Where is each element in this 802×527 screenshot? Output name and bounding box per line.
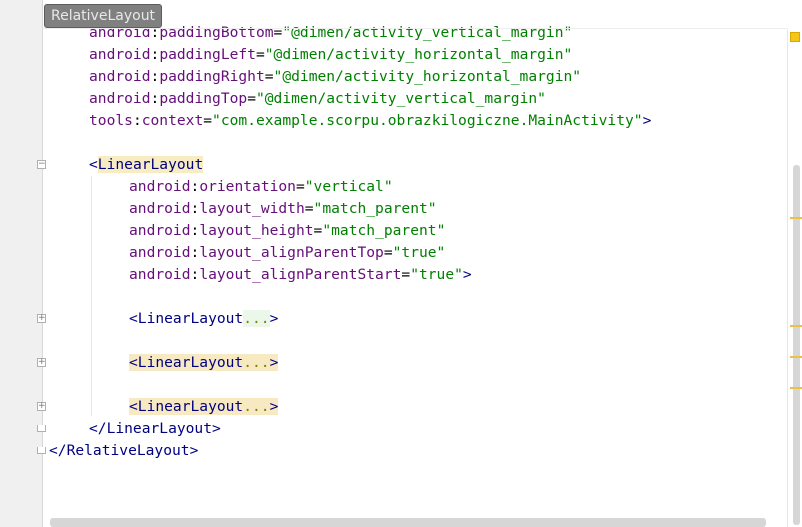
code-token: android — [89, 68, 151, 85]
editor-top-border — [43, 28, 788, 29]
code-token: android — [129, 222, 191, 239]
code-token: android — [129, 244, 191, 261]
code-token: <LinearLayout — [129, 310, 244, 327]
code-token: : — [150, 90, 160, 107]
code-token: > — [269, 354, 279, 371]
code-token: : — [190, 200, 200, 217]
code-token: layout_width — [199, 200, 305, 217]
code-token: = — [203, 112, 213, 129]
code-token: > — [269, 310, 279, 327]
code-token: "com.example.scorpu.obrazkilogiczne.Main… — [212, 112, 643, 129]
code-token: tools — [89, 112, 133, 129]
code-token: "vertical" — [304, 178, 393, 195]
code-token: = — [255, 46, 265, 63]
code-line[interactable]: tools:context="com.example.scorpu.obrazk… — [89, 110, 651, 132]
code-line[interactable]: <LinearLayout...> — [129, 352, 279, 374]
code-line[interactable]: android:layout_alignParentTop="true" — [129, 242, 445, 264]
code-token: = — [401, 266, 411, 283]
code-token: android — [129, 200, 191, 217]
code-line[interactable]: </RelativeLayout> — [49, 440, 198, 462]
code-token: : — [190, 244, 200, 261]
fold-expand-icon[interactable]: + — [37, 358, 46, 367]
fold-end-icon[interactable] — [37, 425, 46, 432]
code-token: android — [89, 90, 151, 107]
code-line[interactable]: <LinearLayout...> — [129, 396, 279, 418]
code-line[interactable]: <LinearLayout...> — [129, 308, 278, 330]
fold-collapse-icon[interactable]: − — [37, 160, 46, 169]
code-token: > — [642, 112, 652, 129]
code-token: layout_alignParentStart — [199, 266, 402, 283]
code-token: paddingRight — [159, 68, 265, 85]
code-token: > — [462, 266, 472, 283]
code-token: "@dimen/activity_vertical_margin" — [282, 24, 573, 41]
code-editor[interactable]: android:paddingBottom="@dimen/activity_v… — [43, 0, 788, 517]
code-token: "@dimen/activity_horizontal_margin" — [273, 68, 582, 85]
vertical-scrollbar[interactable] — [787, 30, 802, 527]
code-token: orientation — [199, 178, 296, 195]
code-token: "true" — [410, 266, 463, 283]
code-token: = — [247, 90, 256, 107]
code-token: paddingBottom — [159, 24, 274, 41]
code-token: = — [264, 68, 274, 85]
code-token: "match_parent" — [322, 222, 446, 239]
warning-marker-icon[interactable] — [790, 32, 800, 42]
code-token: paddingLeft — [159, 46, 256, 63]
code-line[interactable]: <LinearLayout — [89, 154, 204, 176]
code-token: = — [295, 178, 305, 195]
code-token: context — [141, 112, 204, 129]
warning-stripe[interactable] — [790, 387, 802, 389]
code-line[interactable]: </LinearLayout> — [89, 418, 221, 440]
code-token: paddingTop — [159, 90, 248, 107]
code-token: "@dimen/activity_horizontal_margin" — [264, 46, 573, 63]
code-token: android — [129, 266, 191, 283]
code-line[interactable]: android:layout_width="match_parent" — [129, 198, 437, 220]
warning-stripe[interactable] — [790, 325, 802, 327]
code-token: "match_parent" — [313, 200, 437, 217]
code-token: : — [150, 68, 160, 85]
code-token: layout_alignParentTop — [199, 244, 384, 261]
indent-guide — [91, 176, 92, 416]
code-token: layout_height — [199, 222, 314, 239]
code-token: android — [89, 46, 151, 63]
code-token: "true" — [392, 244, 446, 261]
code-token: : — [190, 178, 200, 195]
code-token: ... — [243, 354, 270, 371]
code-line[interactable]: android:paddingTop="@dimen/activity_vert… — [89, 88, 546, 110]
code-line[interactable]: android:paddingLeft="@dimen/activity_hor… — [89, 44, 572, 66]
code-line[interactable]: android:layout_alignParentStart="true"> — [129, 264, 472, 286]
code-line[interactable]: android:layout_height="match_parent" — [129, 220, 445, 242]
code-token: = — [304, 200, 314, 217]
code-line[interactable]: android:orientation="vertical" — [129, 176, 393, 198]
code-token: : — [150, 46, 160, 63]
code-line[interactable]: android:paddingRight="@dimen/activity_ho… — [89, 66, 581, 88]
code-token: </RelativeLayout> — [49, 442, 199, 459]
code-token: = — [383, 244, 393, 261]
code-token: : — [190, 266, 200, 283]
fold-expand-icon[interactable]: + — [37, 314, 46, 323]
vertical-scrollbar-thumb[interactable] — [793, 165, 800, 525]
code-token: > — [269, 398, 279, 415]
code-token: <LinearLayout — [129, 398, 244, 415]
code-token: : — [190, 222, 200, 239]
code-token: android — [129, 178, 191, 195]
code-token: </LinearLayout> — [89, 420, 221, 437]
code-token: < — [89, 156, 98, 173]
code-token: ... — [243, 310, 270, 327]
warning-stripe[interactable] — [790, 217, 802, 219]
fold-expand-icon[interactable]: + — [37, 402, 46, 411]
code-token: : — [132, 112, 142, 129]
fold-end-icon[interactable] — [37, 447, 46, 454]
code-token: "@dimen/activity_vertical_margin" — [255, 90, 546, 107]
breadcrumb-relativelayout[interactable]: RelativeLayout — [44, 4, 163, 28]
warning-stripe[interactable] — [790, 356, 802, 358]
horizontal-scrollbar-thumb[interactable] — [50, 518, 766, 527]
code-token: <LinearLayout — [129, 354, 244, 371]
code-token: ... — [243, 398, 270, 415]
code-token: LinearLayout — [97, 156, 204, 173]
